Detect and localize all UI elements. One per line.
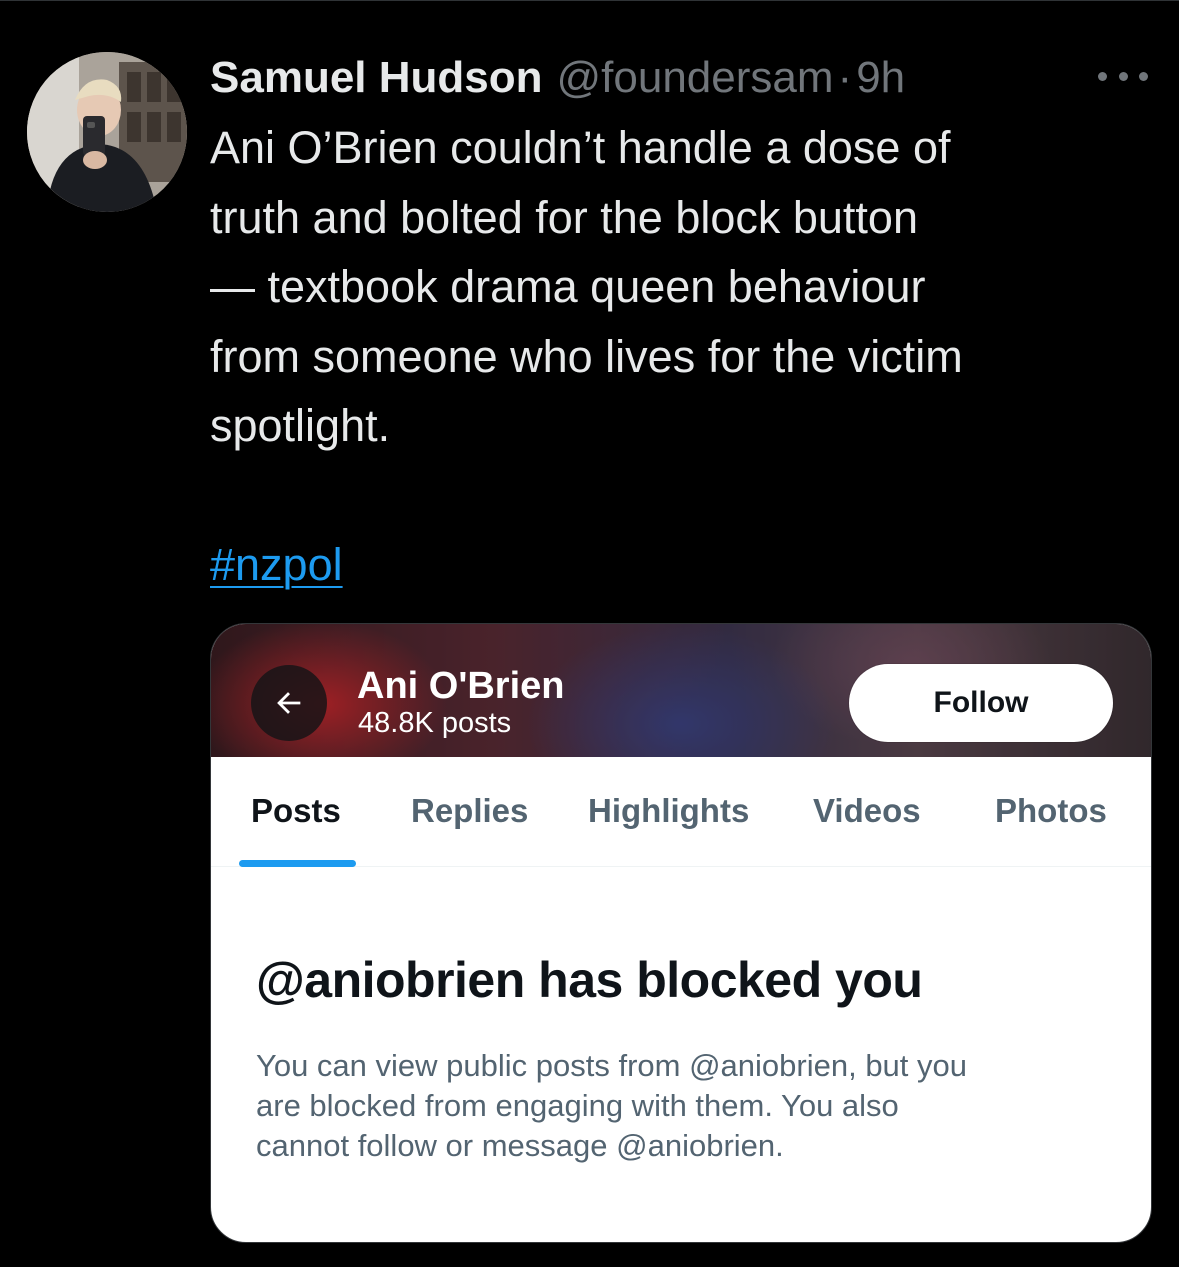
tab-videos: Videos (813, 792, 921, 829)
header-separator: · (837, 53, 853, 102)
profile-post-count: 48.8K posts (358, 707, 512, 739)
author-handle[interactable]: @foundersam (557, 48, 834, 108)
tab-photos: Photos (995, 792, 1107, 829)
author-display-name[interactable]: Samuel Hudson (210, 48, 543, 108)
embedded-screenshot[interactable]: Ani O'Brien 48.8K posts Follow Posts Rep… (210, 623, 1152, 1243)
tweet-timestamp[interactable]: 9h (856, 48, 905, 108)
tab-replies: Replies (411, 792, 529, 829)
avatar-photo (27, 52, 187, 212)
profile-name: Ani O'Brien (357, 665, 565, 707)
blocked-description: You can view public posts from @aniobrie… (256, 1048, 968, 1163)
profile-tabs: Posts Replies Highlights Videos Photos (211, 757, 1151, 867)
arrow-left-icon (277, 692, 301, 714)
blocked-title: @aniobrien has blocked you (256, 952, 923, 1008)
back-button (251, 665, 327, 741)
tab-posts: Posts (251, 792, 341, 829)
more-dot (1098, 71, 1107, 81)
more-dot (1118, 71, 1128, 81)
more-horizontal-icon[interactable] (1098, 62, 1148, 90)
more-dot (1139, 71, 1148, 81)
active-tab-indicator (239, 860, 356, 867)
hashtag-link[interactable]: #nzpol (210, 530, 343, 599)
follow-button: Follow (849, 664, 1113, 742)
tweet-text: Ani O’Brien couldn’t handle a dose of tr… (210, 122, 963, 451)
top-divider (0, 0, 1179, 1)
avatar[interactable] (27, 52, 187, 212)
tab-highlights: Highlights (588, 792, 750, 829)
tweet-header: Samuel Hudson @foundersam · 9h (210, 48, 905, 108)
